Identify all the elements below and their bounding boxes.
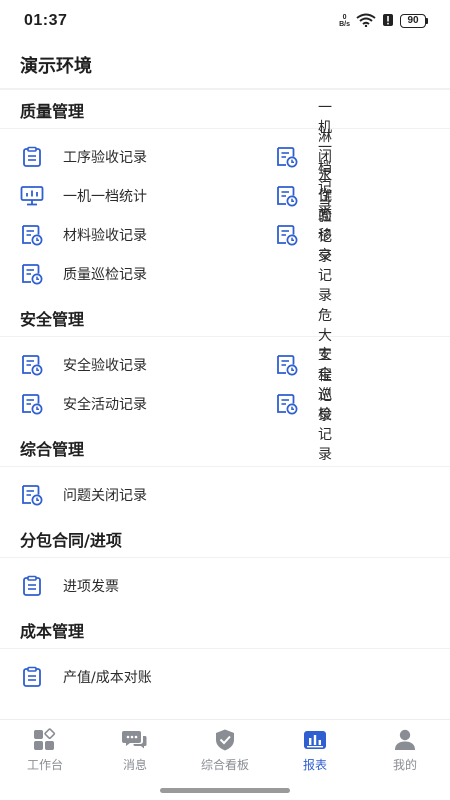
person-icon <box>392 728 418 752</box>
section-header: 综合管理 <box>0 429 450 467</box>
section-header: 成本管理 <box>0 611 450 649</box>
record-clock-icon <box>275 223 299 247</box>
record-clock-icon <box>275 184 299 208</box>
menu-grid: 安全验收记录 危大工程记录 安全活动记录 安全巡检记录 <box>0 308 450 463</box>
menu-item-label: 问题关闭记录 <box>63 487 147 504</box>
menu-item-label: 进项发票 <box>63 578 119 595</box>
menu-item[interactable]: 进项发票 <box>0 566 225 605</box>
menu-item-label: 安全巡检记录 <box>318 346 332 463</box>
tab-label: 消息 <box>122 758 147 772</box>
menu-item[interactable]: 危大工程记录 <box>25 308 332 424</box>
bar-chart-icon <box>302 728 328 752</box>
menu-item-label: 产值/成本对账 <box>63 669 152 686</box>
status-bar: 01:37 0 B/s 90 <box>0 0 450 42</box>
tab-label: 综合看板 <box>200 758 249 772</box>
menu-item[interactable]: 质量巡检记录 <box>0 254 225 293</box>
section-body: 工序验收记录 一机一档记录 一机一档统计 淋闭水试验记录 材料验收记录 工作面移交记录 质量… <box>0 100 450 304</box>
menu-item[interactable]: 安全巡检记录 <box>25 347 332 463</box>
section-body: 进项发票 <box>0 558 450 611</box>
section-title: 分包合同/进项 <box>20 530 122 550</box>
status-icons: 0 B/s 90 <box>339 12 428 31</box>
menu-item-label: 工作面移交记录 <box>318 167 332 304</box>
menu-item[interactable]: 淋闭水试验记录 <box>25 129 332 265</box>
wifi-icon <box>356 12 376 31</box>
menu-grid: 产值/成本对账 <box>0 657 450 696</box>
section-title: 成本管理 <box>20 621 85 641</box>
home-indicator[interactable] <box>160 788 290 793</box>
status-time: 01:37 <box>24 12 68 29</box>
tab-label: 报表 <box>302 758 327 772</box>
record-clock-icon <box>20 262 44 286</box>
menu-grid: 问题关闭记录 <box>0 475 450 514</box>
section-title: 综合管理 <box>20 439 85 459</box>
tab-label: 工作台 <box>26 758 63 772</box>
tab-item[interactable]: 我的 <box>360 720 450 775</box>
battery-icon: 90 <box>400 14 428 28</box>
bottom-tab-bar: 工作台 消息 综合看板 报表 我的 <box>0 719 450 775</box>
section-header: 质量管理 <box>0 91 450 129</box>
clipboard-icon <box>20 574 44 598</box>
section-header: 分包合同/进项 <box>0 520 450 558</box>
menu-item[interactable]: 工作面移交记录 <box>25 168 332 304</box>
menu-grid: 进项发票 <box>0 566 450 605</box>
report-menu: 质量管理 工序验收记录 一机一档记录 一机一档统计 淋闭水试验记录 材料验收记录 工作面移交… <box>0 91 450 719</box>
net-speed-indicator: 0 B/s <box>339 14 350 28</box>
message-icon <box>122 728 148 752</box>
clipboard-icon <box>20 665 44 689</box>
section-body: 问题关闭记录 <box>0 467 450 520</box>
app-header: 演示环境 <box>0 42 450 90</box>
tab-item[interactable]: 消息 <box>90 720 180 775</box>
shield-check-icon <box>212 728 238 752</box>
tab-item[interactable]: 综合看板 <box>180 720 270 775</box>
section-title: 安全管理 <box>20 309 85 329</box>
menu-item-label: 质量巡检记录 <box>63 266 147 283</box>
record-clock-icon <box>275 145 299 169</box>
tab-item[interactable]: 报表 <box>270 720 360 775</box>
record-clock-icon <box>20 483 44 507</box>
record-clock-icon <box>275 392 299 416</box>
menu-grid: 工序验收记录 一机一档记录 一机一档统计 淋闭水试验记录 材料验收记录 工作面移交记录 质量… <box>0 100 450 304</box>
net-speed-unit: B/s <box>339 21 350 28</box>
tab-label: 我的 <box>392 758 417 772</box>
net-speed-value: 0 <box>342 14 347 21</box>
menu-item[interactable]: 问题关闭记录 <box>0 475 225 514</box>
record-clock-icon <box>275 353 299 377</box>
alert-icon <box>382 12 394 31</box>
section-title: 质量管理 <box>20 101 85 121</box>
battery-level: 90 <box>400 14 426 28</box>
page-title: 演示环境 <box>20 56 92 77</box>
section-body: 安全验收记录 危大工程记录 安全活动记录 安全巡检记录 <box>0 308 450 463</box>
tab-item[interactable]: 工作台 <box>0 720 90 775</box>
menu-item[interactable]: 一机一档记录 <box>25 100 332 216</box>
menu-item[interactable]: 产值/成本对账 <box>0 657 225 696</box>
section-header: 安全管理 <box>0 299 450 337</box>
section-body: 产值/成本对账 <box>0 649 450 702</box>
workbench-icon <box>32 728 58 752</box>
